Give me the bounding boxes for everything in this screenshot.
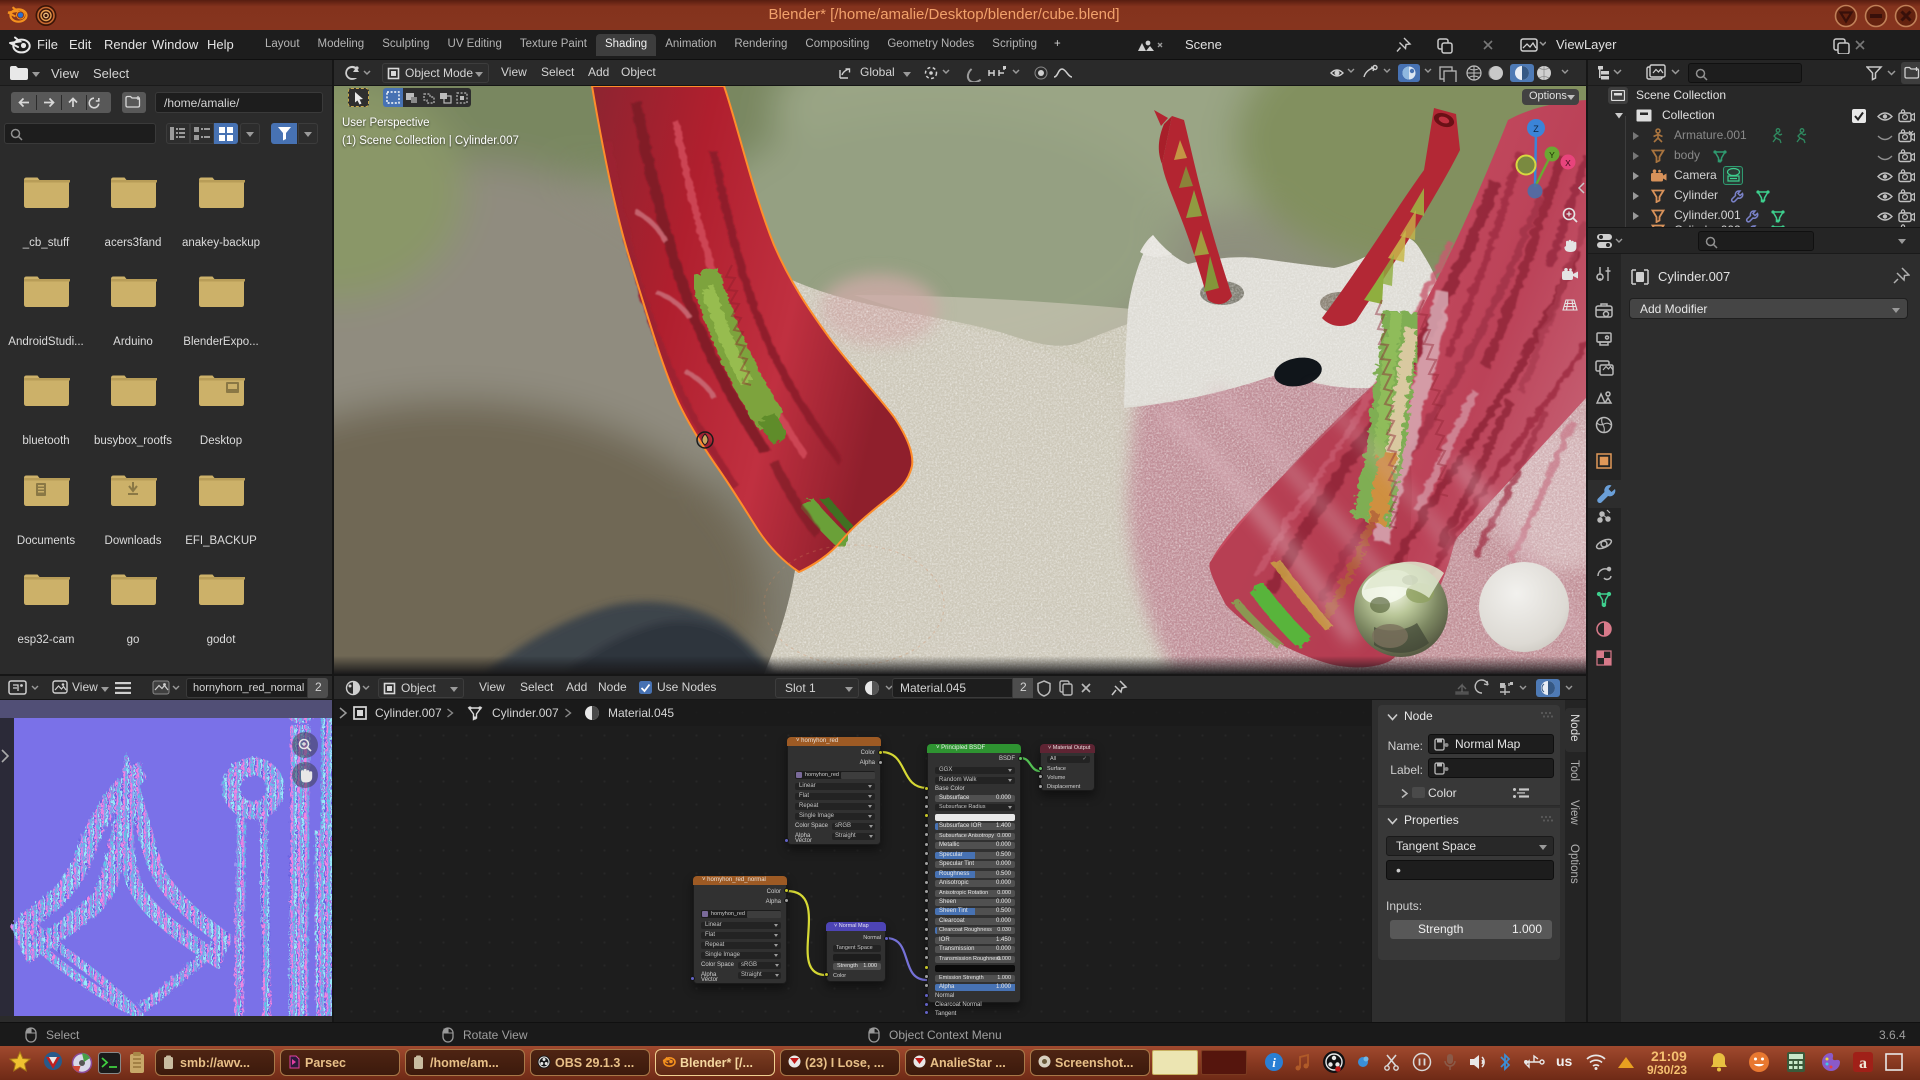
svg-text:X: X — [1565, 158, 1571, 168]
svg-text:Y: Y — [1549, 150, 1555, 160]
svg-text:Z: Z — [1533, 124, 1539, 134]
svg-text:a: a — [1859, 1055, 1867, 1072]
svg-text:i: i — [1272, 1055, 1276, 1070]
